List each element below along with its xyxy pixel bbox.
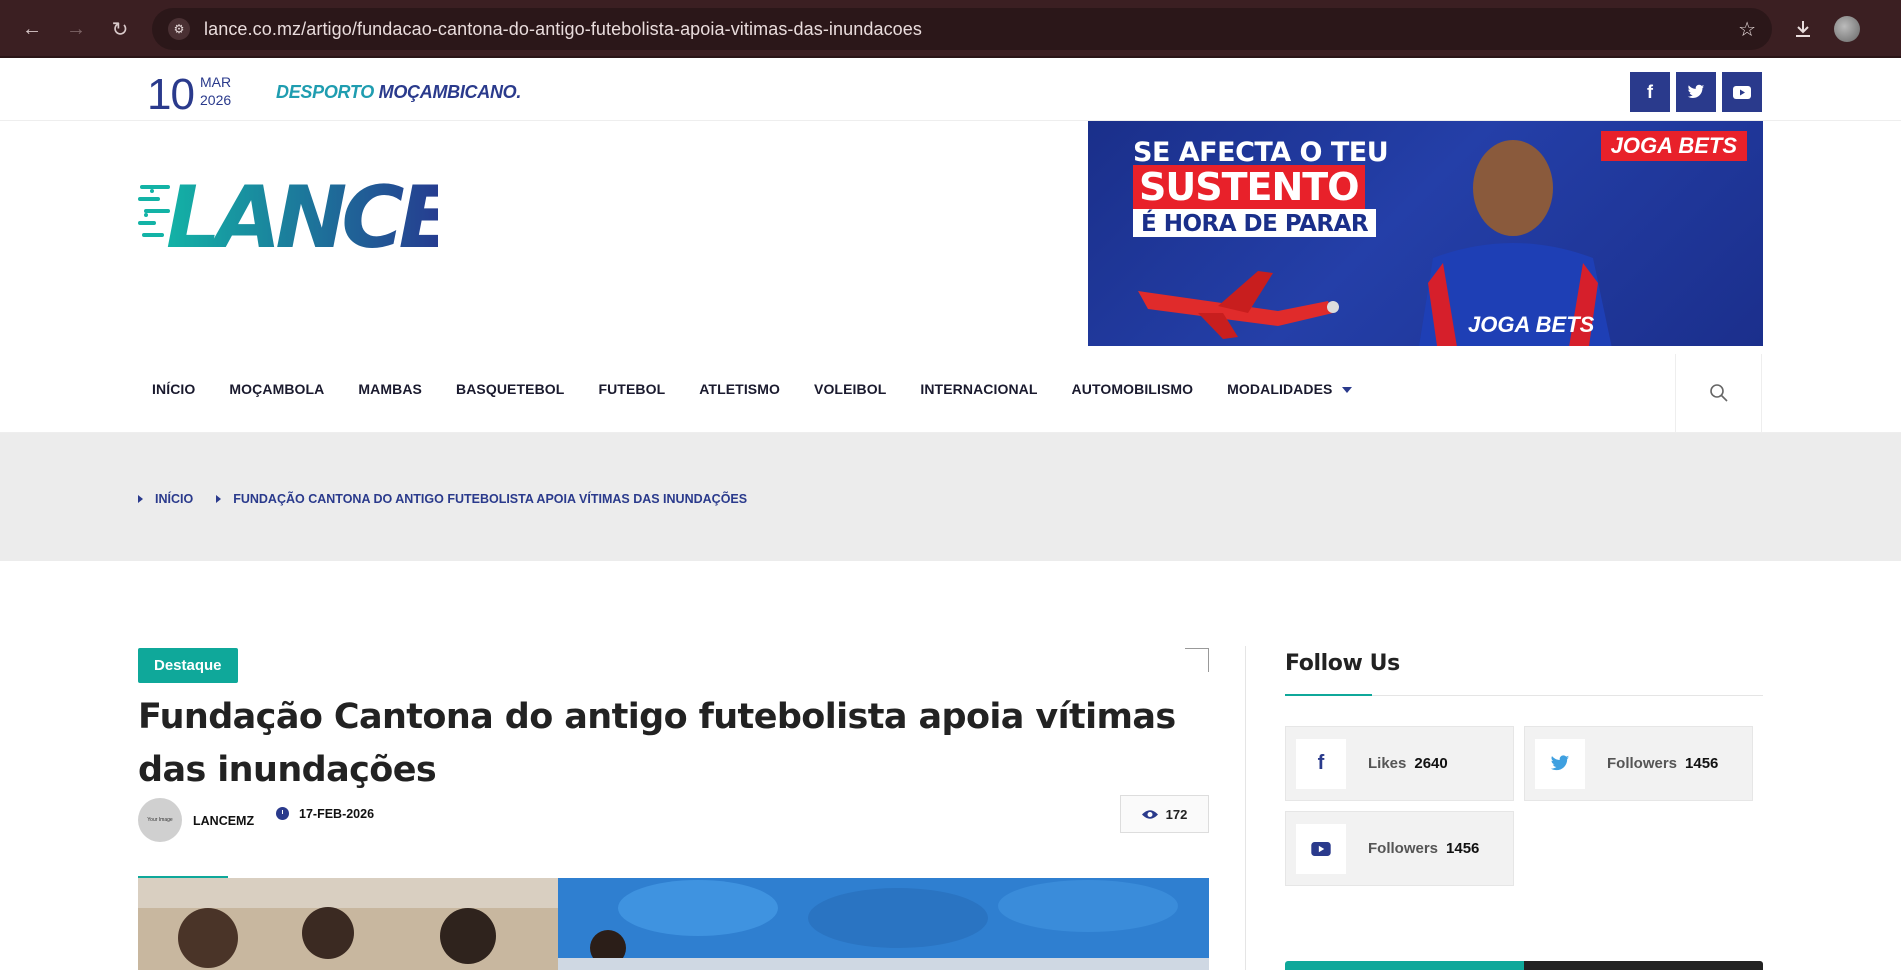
airplane-illustration (1138, 271, 1339, 339)
youtube-icon[interactable] (1722, 72, 1762, 112)
banner-line-3: É HORA DE PARAR (1133, 209, 1377, 237)
profile-avatar[interactable] (1834, 16, 1860, 42)
facebook-icon: f (1296, 738, 1346, 789)
twitter-icon[interactable] (1676, 72, 1716, 112)
site-header: LANCE SE AFECTA O TEU SUSTENTO É HORA DE… (0, 121, 1901, 346)
facebook-label: Likes (1368, 755, 1407, 772)
view-count-value: 172 (1165, 806, 1188, 822)
site-logo[interactable]: LANCE (138, 168, 462, 268)
youtube-icon (1296, 823, 1346, 874)
view-count: 172 (1120, 795, 1209, 833)
youtube-count: 1456 (1446, 840, 1480, 857)
banner-brand: JOGA BETS (1600, 131, 1747, 161)
nav-item-atletismo[interactable]: ATLETISMO (682, 381, 797, 397)
banner-brand-shirt: JOGA BETS (1468, 312, 1595, 337)
section-divider-accent (1285, 694, 1372, 696)
reload-icon[interactable]: ↻ (102, 11, 138, 47)
date-day: 10 (147, 70, 195, 119)
nav-item-futebol[interactable]: FUTEBOL (581, 381, 682, 397)
nav-item-automobilismo[interactable]: AUTOMOBILISMO (1055, 381, 1211, 397)
site-tagline: DESPORTO MOÇAMBICANO. (276, 82, 522, 102)
banner-line-2: SUSTENTO (1133, 165, 1365, 209)
facebook-follow-card[interactable]: f Likes 2640 (1285, 726, 1514, 801)
chevron-down-icon (1342, 387, 1353, 394)
banner-line-1: SE AFECTA O TEU (1133, 137, 1389, 168)
sidebar-tab-1[interactable] (1285, 961, 1524, 970)
advertisement-banner[interactable]: SE AFECTA O TEU SUSTENTO É HORA DE PARAR… (1088, 121, 1763, 346)
search-icon (1709, 384, 1728, 402)
youtube-follow-card[interactable]: Followers 1456 (1285, 811, 1514, 886)
twitter-count: 1456 (1685, 755, 1719, 772)
breadcrumb-band: INÍCIO FUNDAÇÃO CANTONA DO ANTIGO FUTEBO… (0, 433, 1901, 561)
date-year: 2026 (200, 92, 232, 108)
eye-icon (1141, 809, 1158, 819)
twitter-label: Followers (1607, 755, 1678, 772)
social-links: f (1630, 72, 1762, 112)
nav-item-basquetebol[interactable]: BASQUETEBOL (439, 381, 581, 397)
facebook-icon[interactable]: f (1630, 72, 1670, 112)
site-info-icon[interactable]: ⚙ (168, 18, 190, 40)
main-navigation: INÍCIO MOÇAMBOLA MAMBAS BASQUETEBOL FUTE… (0, 346, 1901, 433)
category-badge[interactable]: Destaque (138, 648, 238, 683)
forward-icon[interactable]: → (58, 11, 94, 47)
main-content: Destaque Fundação Cantona do antigo fute… (0, 561, 1901, 970)
bookmark-star-icon[interactable]: ☆ (1738, 17, 1756, 42)
author-avatar[interactable]: Your Image (138, 798, 182, 842)
top-bar: 10 MAR 2026 DESPORTO MOÇAMBICANO. f (0, 58, 1901, 121)
clock-icon (276, 807, 289, 820)
nav-item-mocambola[interactable]: MOÇAMBOLA (212, 381, 341, 397)
facebook-count: 2640 (1414, 755, 1448, 772)
nav-item-internacional[interactable]: INTERNACIONAL (903, 381, 1054, 397)
download-icon[interactable] (1790, 16, 1816, 42)
breadcrumb-home[interactable]: INÍCIO (155, 492, 193, 506)
corner-decoration (1185, 648, 1209, 672)
article-title: Fundação Cantona do antigo futebolista a… (138, 697, 1176, 790)
youtube-label: Followers (1368, 840, 1439, 857)
nav-item-inicio[interactable]: INÍCIO (138, 381, 212, 397)
url-text[interactable]: lance.co.mz/artigo/fundacao-cantona-do-a… (204, 19, 1738, 40)
column-divider (1245, 646, 1246, 970)
address-bar[interactable]: ⚙ lance.co.mz/artigo/fundacao-cantona-do… (152, 8, 1772, 50)
back-icon[interactable]: ← (14, 11, 50, 47)
breadcrumb-current: FUNDAÇÃO CANTONA DO ANTIGO FUTEBOLISTA A… (233, 492, 748, 506)
caret-right-icon (216, 495, 222, 503)
author-name[interactable]: LANCEMZ (193, 814, 254, 828)
nav-item-mambas[interactable]: MAMBAS (341, 381, 439, 397)
sidebar-tabs (1285, 961, 1763, 970)
caret-right-icon (138, 495, 143, 503)
date-month: MAR (200, 74, 232, 90)
twitter-icon (1535, 738, 1585, 789)
twitter-follow-card[interactable]: Followers 1456 (1524, 726, 1753, 801)
post-date: 17-FEB-2026 (299, 807, 375, 821)
follow-us-title: Follow Us (1285, 651, 1400, 676)
nav-item-voleibol[interactable]: VOLEIBOL (797, 381, 903, 397)
sidebar-tab-2[interactable] (1524, 961, 1763, 970)
svg-text:LANCE: LANCE (166, 171, 438, 261)
nav-item-modalidades[interactable]: MODALIDADES (1210, 381, 1369, 397)
search-button[interactable] (1675, 354, 1762, 432)
breadcrumb: INÍCIO FUNDAÇÃO CANTONA DO ANTIGO FUTEBO… (138, 492, 747, 506)
browser-toolbar: ← → ↻ ⚙ lance.co.mz/artigo/fundacao-cant… (0, 0, 1901, 58)
article-hero-image (138, 878, 1209, 970)
